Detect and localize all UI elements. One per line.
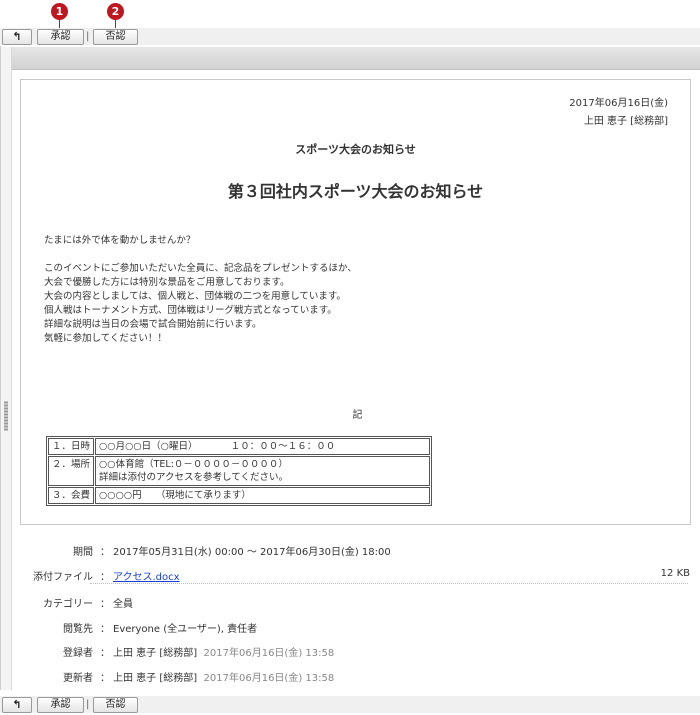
document-subtitle: スポーツ大会のお知らせ [295, 143, 416, 156]
document-date: 2017年06月16日(金) [569, 98, 668, 109]
reject-button[interactable]: 否認 [93, 697, 138, 713]
approve-button[interactable]: 承認 [37, 697, 84, 713]
attachment-link[interactable]: アクセス.docx [113, 572, 180, 583]
period-label: 期間 [73, 547, 93, 558]
panel-header [12, 47, 700, 70]
category-label: カテゴリー [43, 599, 93, 610]
document-title: 第３回社内スポーツ大会のお知らせ [227, 182, 484, 201]
table-row: ３．会費 ○○○○円 （現地にて承ります） [48, 487, 430, 504]
body-line: 詳細な説明は当日の会場で試合開始前に行います。 [44, 319, 262, 330]
registrant-name: 上田 恵子 [総務部] [113, 648, 198, 659]
body-line: 大会の内容としましては、個人戦と、団体戦の二つを用意しています。 [44, 291, 346, 302]
top-toolbar: ↰ 承認 | 否認 [0, 28, 700, 45]
viewers-label: 閲覧先 [63, 624, 93, 635]
category-value: 全員 [113, 599, 133, 610]
colon: ： [100, 572, 110, 583]
back-button[interactable]: ↰ [2, 697, 32, 713]
back-button[interactable]: ↰ [2, 29, 32, 45]
viewers-value: Everyone (全ユーザー), 責任者 [113, 624, 258, 635]
document-author: 上田 恵子 [総務部] [583, 116, 668, 127]
attachment-divider [90, 583, 688, 584]
body-line: 気軽に参加してください！！ [44, 333, 167, 344]
back-arrow-icon: ↰ [12, 698, 22, 711]
table-cell-value: ○○体育館（TEL:０－００００－００００） 詳細は添付のアクセスを参考してくだ… [95, 456, 430, 486]
body-line [44, 248, 644, 262]
splitter-grip-icon[interactable] [4, 401, 8, 431]
ki-heading: 記 [352, 410, 363, 421]
body-line: たまには外で体を動かしませんか？ [44, 235, 196, 246]
details-table: １．日時 ○○月○○日（○曜日） １０：００～１６：００ ２．場所 ○○体育館（… [46, 436, 432, 506]
table-cell-line: 詳細は添付のアクセスを参考してください。 [99, 472, 288, 483]
body-line: 大会で優勝した方には特別な景品をご用意しております。 [44, 277, 290, 288]
attachment-label: 添付ファイル [33, 572, 93, 583]
table-cell-line: ○○体育館（TEL:０－００００－００００） [99, 459, 288, 470]
document-text: たまには外で体を動かしませんか？ このイベントにご参加いただいた全員に、記念品を… [44, 234, 644, 346]
callout-marker-1: 1 [51, 3, 68, 20]
table-cell-label: ２．場所 [48, 456, 95, 486]
period-value: 2017年05月31日(水) 00:00 ～ 2017年06月30日(金) 18… [113, 547, 391, 558]
body-line: このイベントにご参加いただいた全員に、記念品をプレゼントするほか、 [44, 263, 357, 274]
table-cell-value: ○○○○円 （現地にて承ります） [95, 487, 430, 504]
bottom-toolbar: ↰ 承認 | 否認 [0, 696, 700, 713]
toolbar-separator: | [86, 31, 90, 42]
colon: ： [100, 624, 110, 635]
colon: ： [100, 599, 110, 610]
updater-name: 上田 恵子 [総務部] [113, 673, 198, 684]
splitter-bar[interactable] [1, 47, 12, 690]
body-line: 個人戦はトーナメント方式、団体戦はリーグ戦方式となっています。 [44, 305, 337, 316]
callout-marker-2: 2 [107, 3, 124, 20]
table-cell-label: １．日時 [48, 438, 95, 455]
registrant-label: 登録者 [63, 648, 93, 659]
reject-button[interactable]: 否認 [93, 29, 138, 45]
colon: ： [100, 648, 110, 659]
approve-button[interactable]: 承認 [37, 29, 84, 45]
table-row: １．日時 ○○月○○日（○曜日） １０：００～１６：００ [48, 438, 430, 455]
registrant-date: 2017年06月16日(金) 13:58 [203, 648, 335, 659]
toolbar-separator: | [86, 699, 90, 710]
attachment-size: 12 KB [660, 568, 690, 579]
table-row: ２．場所 ○○体育館（TEL:０－００００－００００） 詳細は添付のアクセスを参… [48, 456, 430, 486]
colon: ： [100, 673, 110, 684]
updater-date: 2017年06月16日(金) 13:58 [203, 673, 335, 684]
colon: ： [100, 547, 110, 558]
back-arrow-icon: ↰ [12, 30, 22, 43]
table-cell-value: ○○月○○日（○曜日） １０：００～１６：００ [95, 438, 430, 455]
table-cell-label: ３．会費 [48, 487, 95, 504]
document-body: 2017年06月16日(金) 上田 恵子 [総務部] スポーツ大会のお知らせ 第… [20, 79, 691, 525]
updater-label: 更新者 [63, 673, 93, 684]
